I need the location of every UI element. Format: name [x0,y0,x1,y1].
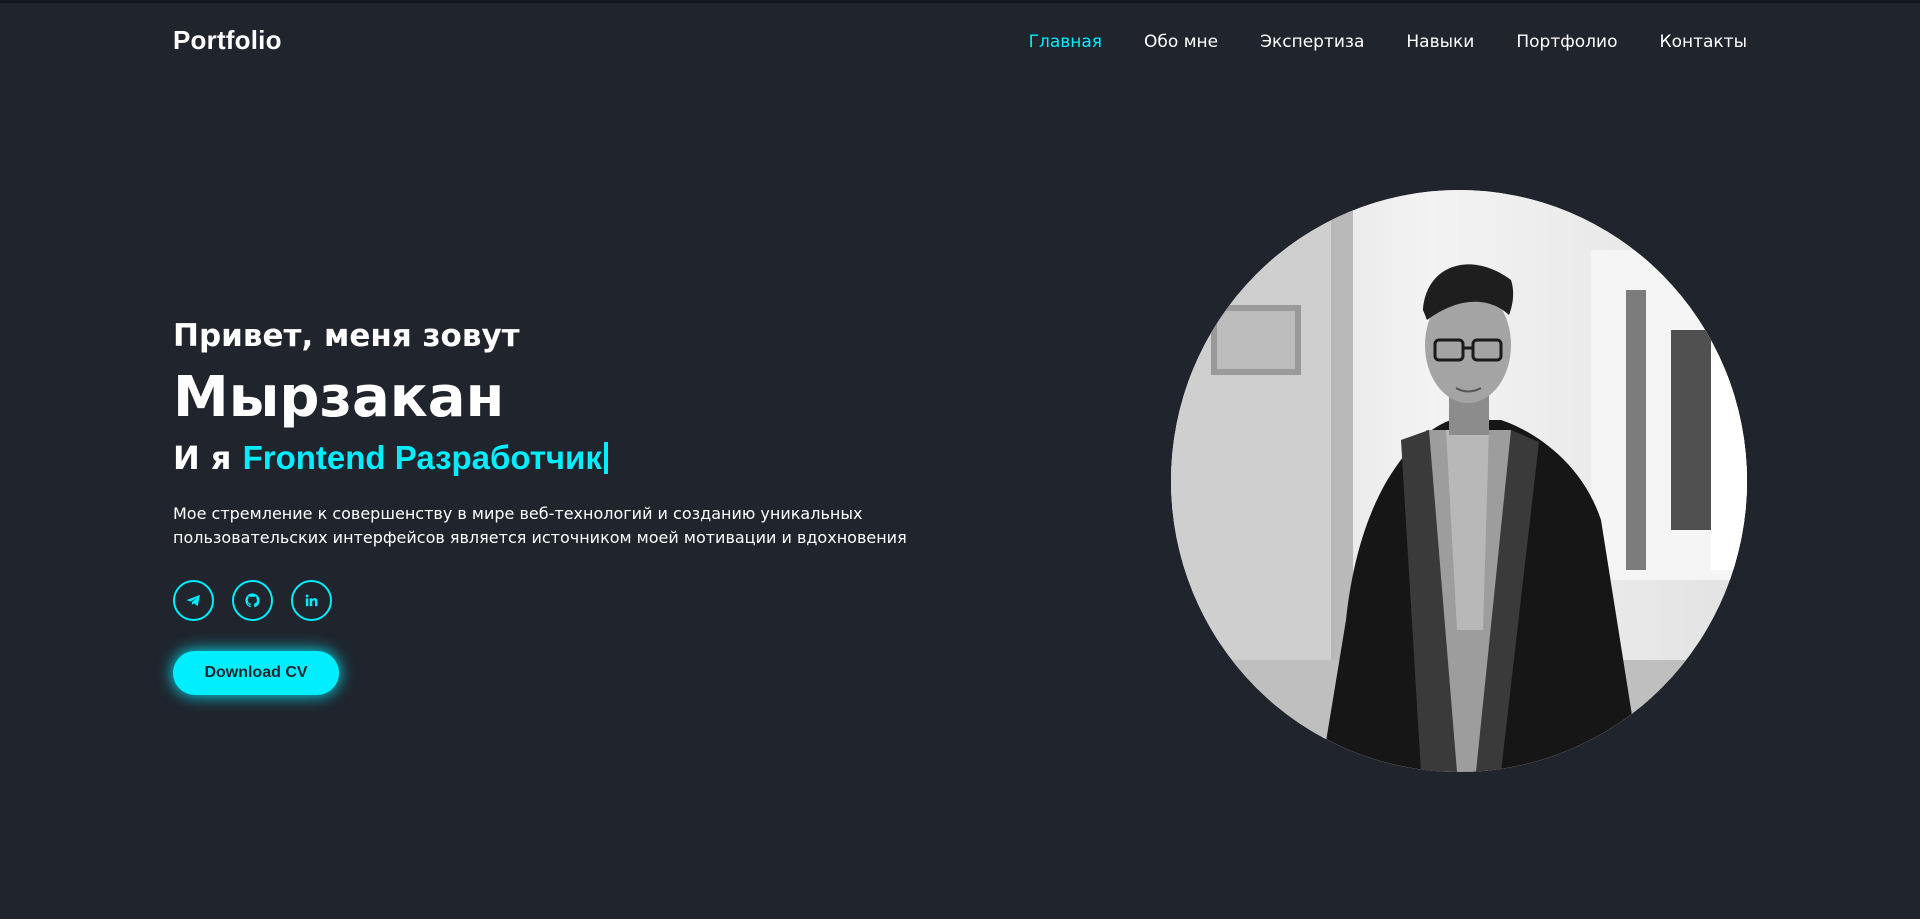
nav-expertise[interactable]: Экспертиза [1260,32,1364,52]
nav-portfolio[interactable]: Портфолио [1516,32,1617,52]
logo[interactable]: Portfolio [173,25,282,56]
role-prefix: И я [173,439,232,477]
greeting: Привет, меня зовут [173,318,520,354]
nav-skills[interactable]: Навыки [1406,32,1474,52]
telegram-icon [185,592,202,609]
site-header: Portfolio Главная Обо мне Экспертиза Нав… [0,0,1920,86]
nav-contacts[interactable]: Контакты [1660,32,1748,52]
download-cv-button[interactable]: Download CV [173,651,339,695]
linkedin-icon [303,592,320,609]
telegram-link[interactable] [173,580,214,621]
nav-home[interactable]: Главная [1029,32,1102,52]
github-icon [244,592,261,609]
hero-text: Привет, меня зовут Мырзакан И я Frontend… [173,316,1033,695]
hero-role: И я Frontend Разработчик [173,438,1033,478]
hero-description: Мое стремление к совершенству в мире веб… [173,504,907,547]
github-link[interactable] [232,580,273,621]
main-nav: Главная Обо мне Экспертиза Навыки Портфо… [1029,32,1747,52]
linkedin-link[interactable] [291,580,332,621]
nav-about[interactable]: Обо мне [1144,32,1218,52]
role-accent: Frontend Разработчик [242,439,602,476]
profile-photo-illustration [1171,190,1747,772]
profile-photo [1171,190,1747,772]
typing-caret [603,442,608,474]
hero-name: Мырзакан [173,365,505,430]
social-links [173,580,1033,621]
